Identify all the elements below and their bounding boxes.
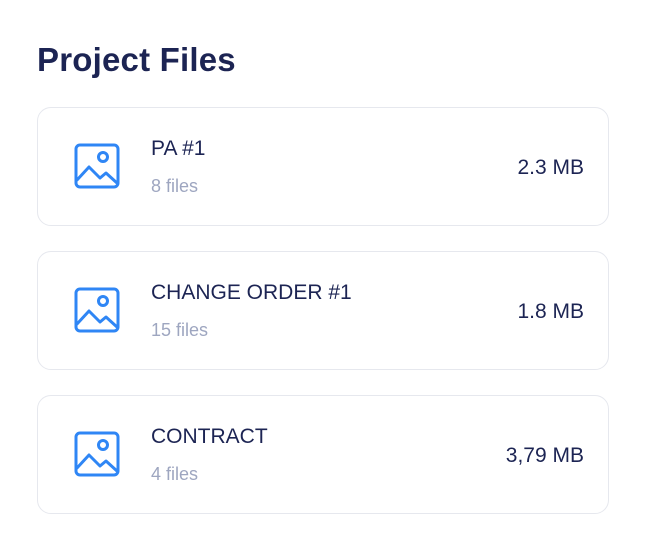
file-size: 2.3 MB: [517, 156, 584, 179]
file-size: 3,79 MB: [505, 444, 584, 467]
file-list: PA #1 8 files 2.3 MB CHANGE ORDER #1 15 …: [37, 107, 609, 539]
image-icon: [74, 287, 120, 333]
file-name: CHANGE ORDER #1: [151, 281, 352, 304]
image-icon: [74, 431, 120, 477]
file-name: CONTRACT: [151, 425, 268, 448]
image-icon: [74, 143, 120, 189]
file-count: 4 files: [151, 464, 199, 484]
file-card-change-order-1[interactable]: CHANGE ORDER #1 15 files 1.8 MB: [37, 251, 609, 370]
file-count: 8 files: [151, 176, 199, 196]
file-count: 15 files: [151, 320, 209, 340]
file-card-contract[interactable]: CONTRACT 4 files 3,79 MB: [37, 395, 609, 514]
page-title: Project Files: [37, 41, 236, 78]
file-name: PA #1: [151, 137, 206, 160]
file-size: 1.8 MB: [517, 300, 584, 323]
file-card-pa-1[interactable]: PA #1 8 files 2.3 MB: [37, 107, 609, 226]
